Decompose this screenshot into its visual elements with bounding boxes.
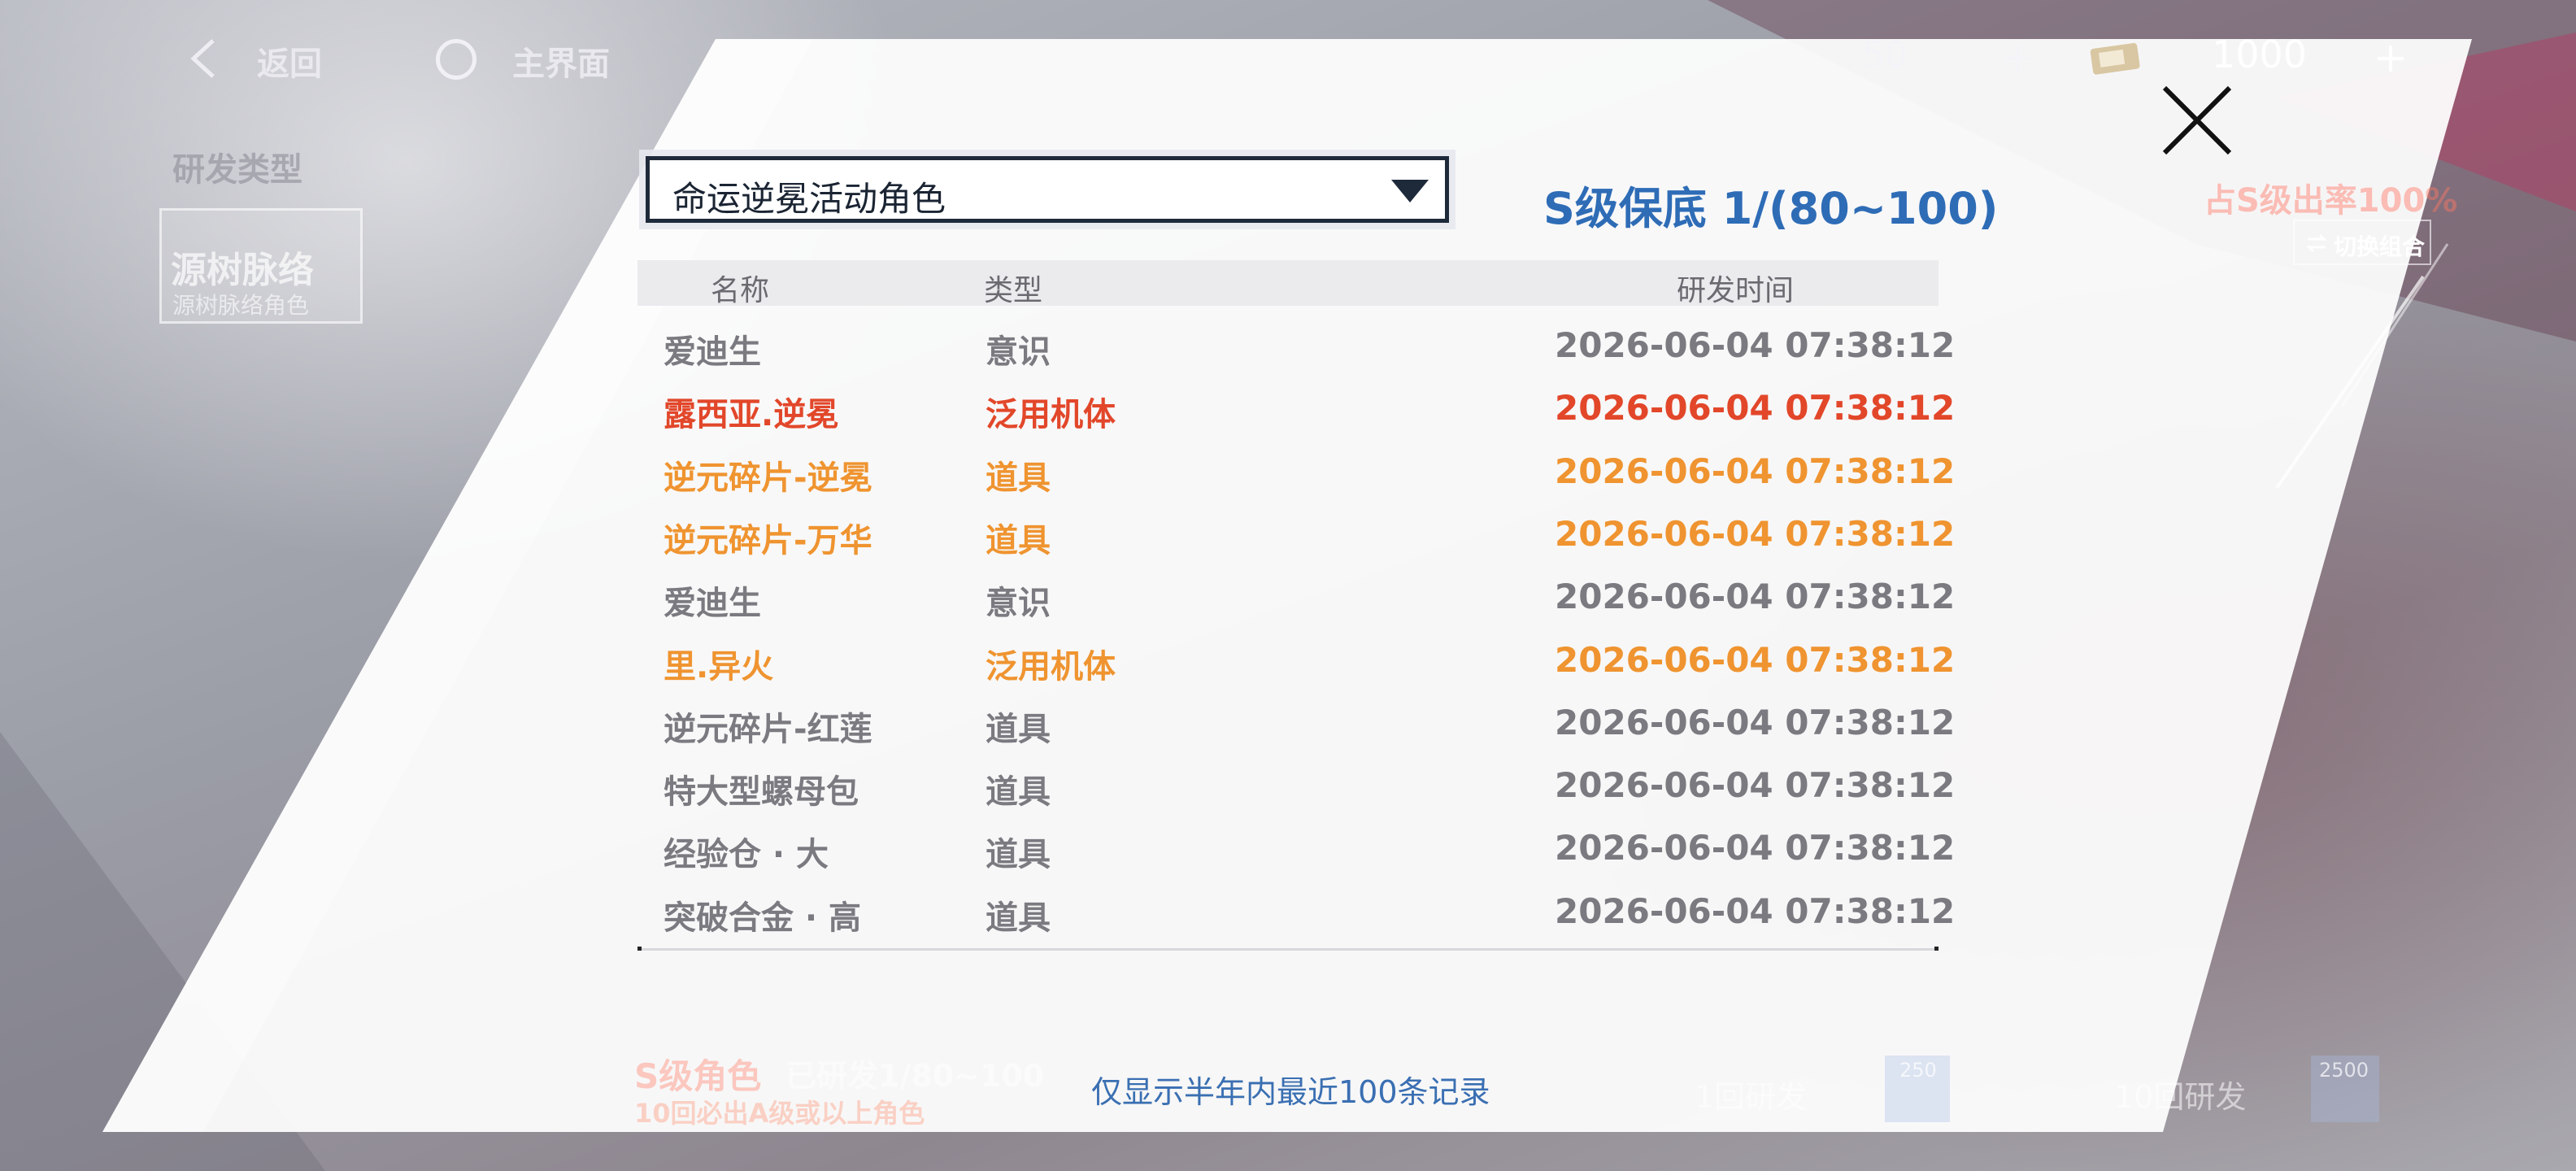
research-type-label: 研发类型 xyxy=(172,151,302,189)
header-time: 研发时间 xyxy=(1677,274,1795,307)
row-time: 2026-06-04 07:38:12 xyxy=(1555,325,1956,365)
back-button[interactable]: 返回 xyxy=(257,37,322,85)
record-limit-note: 仅显示半年内最近100条记录 xyxy=(1091,1074,1490,1110)
chevron-down-icon xyxy=(1391,180,1429,202)
ten-pull-guarantee: 10回必出A级或以上角色 xyxy=(634,1098,925,1129)
row-type: 道具 xyxy=(986,521,1051,559)
row-name: 经验仓 · 大 xyxy=(664,836,829,874)
row-type: 道具 xyxy=(986,899,1051,937)
pool-select-dropdown[interactable]: 命运逆冕活动角色 xyxy=(639,150,1456,229)
row-type: 泛用机体 xyxy=(986,396,1116,434)
currency-icon xyxy=(2090,42,2140,75)
row-type: 道具 xyxy=(986,773,1051,812)
home-button[interactable]: 主界面 xyxy=(512,37,610,85)
table-row: 突破合金 · 高 道具 2026-06-04 07:38:12 xyxy=(637,883,1955,945)
row-time: 2026-06-04 07:38:12 xyxy=(1555,577,1956,617)
row-type: 道具 xyxy=(986,836,1051,874)
researched-count: 已研发1/80~100 xyxy=(785,1058,1045,1094)
ten-pull-button[interactable]: 10回研发 xyxy=(2114,1072,2246,1117)
row-type: 意识 xyxy=(986,585,1051,623)
table-row: 露西亚.逆冕 泛用机体 2026-06-04 07:38:12 xyxy=(637,380,1955,442)
table-header: 名称 类型 研发时间 xyxy=(637,260,1939,307)
table-row: 里.异火 泛用机体 2026-06-04 07:38:12 xyxy=(637,632,1955,694)
header-type: 类型 xyxy=(984,274,1043,307)
row-type: 意识 xyxy=(986,333,1051,371)
table-row: 特大型螺母包 道具 2026-06-04 07:38:12 xyxy=(637,757,1955,819)
currency2-amount: 1000 xyxy=(2212,33,2308,76)
row-name: 突破合金 · 高 xyxy=(664,899,862,937)
row-name: 逆元碎片-逆冕 xyxy=(664,459,872,497)
row-time: 2026-06-04 07:38:12 xyxy=(1555,702,1956,742)
pool-select-value: 命运逆冕活动角色 xyxy=(672,179,946,219)
table-row: 逆元碎片-万华 道具 2026-06-04 07:38:12 xyxy=(637,506,1955,568)
row-name: 露西亚.逆冕 xyxy=(664,396,839,434)
pool-card-subtitle: 源树脉络角色 xyxy=(172,292,310,319)
switch-combo-label: 切换组合 xyxy=(2334,233,2426,260)
single-pull-cost: 250 xyxy=(1899,1059,1937,1082)
pool-card-title: 源树脉络 xyxy=(171,250,314,291)
ten-pull-cost: 2500 xyxy=(2319,1059,2369,1082)
back-icon[interactable] xyxy=(182,36,224,81)
row-type: 道具 xyxy=(986,459,1051,497)
row-name: 逆元碎片-万华 xyxy=(664,521,872,559)
switch-icon xyxy=(2306,233,2327,253)
currency2-plus-icon[interactable] xyxy=(2374,42,2407,75)
table-row: 爱迪生 意识 2026-06-04 07:38:12 xyxy=(637,317,1955,379)
row-time: 2026-06-04 07:38:12 xyxy=(1555,388,1956,429)
header-name: 名称 xyxy=(711,274,770,307)
currency1-amount: 50 xyxy=(1862,34,1908,76)
row-name: 爱迪生 xyxy=(664,333,761,371)
row-name: 里.异火 xyxy=(664,647,774,686)
table-row: 逆元碎片-逆冕 道具 2026-06-04 07:38:12 xyxy=(637,443,1955,505)
row-name: 爱迪生 xyxy=(664,585,761,623)
switch-combo-button[interactable]: 切换组合 xyxy=(2293,220,2431,265)
row-type: 泛用机体 xyxy=(986,647,1116,686)
row-type: 道具 xyxy=(986,710,1051,748)
row-name: 逆元碎片-红莲 xyxy=(664,710,872,748)
row-time: 2026-06-04 07:38:12 xyxy=(1555,513,1956,554)
row-time: 2026-06-04 07:38:12 xyxy=(1555,765,1956,806)
row-time: 2026-06-04 07:38:12 xyxy=(1555,890,1956,931)
pity-counter: S级保底 1/(80~100) xyxy=(1543,183,1999,234)
table-row: 逆元碎片-红莲 道具 2026-06-04 07:38:12 xyxy=(637,694,1955,756)
currency1-plus-icon[interactable] xyxy=(2002,42,2034,75)
table-divider xyxy=(637,947,1939,951)
s-role-label: S级角色 xyxy=(634,1056,762,1096)
home-icon[interactable] xyxy=(436,39,476,80)
single-pull-button[interactable]: 1回研发 xyxy=(1695,1072,1807,1117)
row-name: 特大型螺母包 xyxy=(664,773,859,812)
close-icon[interactable] xyxy=(2158,81,2236,159)
table-row: 经验仓 · 大 道具 2026-06-04 07:38:12 xyxy=(637,820,1955,882)
row-time: 2026-06-04 07:38:12 xyxy=(1555,639,1956,680)
s-rate-label: 占S级出率100% xyxy=(2204,182,2458,220)
row-time: 2026-06-04 07:38:12 xyxy=(1555,451,1956,491)
row-time: 2026-06-04 07:38:12 xyxy=(1555,828,1956,868)
table-row: 爱迪生 意识 2026-06-04 07:38:12 xyxy=(637,568,1955,630)
